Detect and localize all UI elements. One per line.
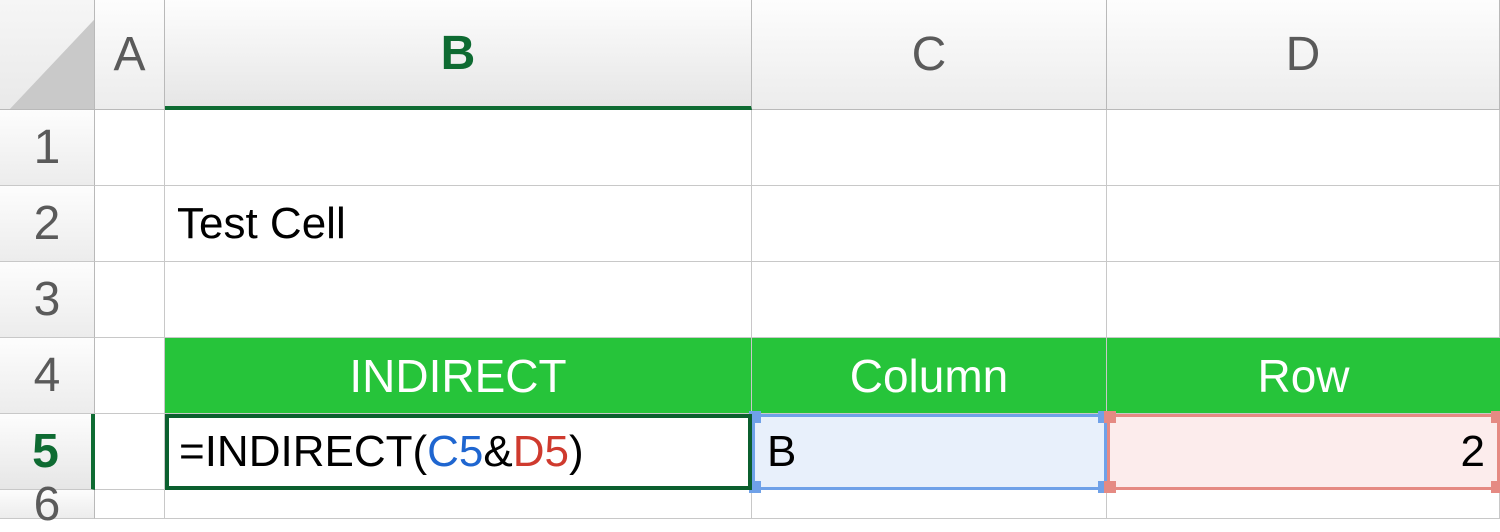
- spreadsheet-grid: A B C D 1 2 Test Cell 3 4 INDIRECT Colum…: [0, 0, 1500, 519]
- cell-A5[interactable]: [95, 414, 165, 490]
- resize-handle-icon[interactable]: [1491, 411, 1500, 423]
- row-header-label: 6: [34, 477, 61, 532]
- cell-C1[interactable]: [752, 110, 1107, 186]
- cell-value: 2: [1461, 427, 1485, 477]
- row-header-label: 3: [34, 272, 61, 327]
- cell-value: B: [767, 427, 796, 477]
- cell-D4[interactable]: Row: [1107, 338, 1500, 414]
- cell-D3[interactable]: [1107, 262, 1500, 338]
- cell-B1[interactable]: [165, 110, 752, 186]
- cell-A3[interactable]: [95, 262, 165, 338]
- cell-A4[interactable]: [95, 338, 165, 414]
- cell-A2[interactable]: [95, 186, 165, 262]
- column-header-label: C: [912, 27, 947, 82]
- row-header-label: 4: [34, 348, 61, 403]
- resize-handle-icon[interactable]: [1104, 411, 1116, 423]
- cell-C6[interactable]: [752, 490, 1107, 519]
- cell-D6[interactable]: [1107, 490, 1500, 519]
- cell-C2[interactable]: [752, 186, 1107, 262]
- cell-value: INDIRECT: [349, 349, 566, 403]
- row-header-2[interactable]: 2: [0, 186, 95, 262]
- resize-handle-icon[interactable]: [1104, 481, 1116, 493]
- cell-B5-editing[interactable]: =INDIRECT(C5&D5): [165, 414, 752, 490]
- formula-ampersand: &: [483, 427, 512, 477]
- formula-ref-D5: D5: [513, 427, 569, 477]
- column-header-label: B: [441, 26, 476, 81]
- column-header-label: A: [113, 27, 145, 82]
- row-header-1[interactable]: 1: [0, 110, 95, 186]
- column-header-label: D: [1286, 27, 1321, 82]
- cell-C3[interactable]: [752, 262, 1107, 338]
- row-header-label: 2: [34, 196, 61, 251]
- cell-value: Test Cell: [177, 199, 346, 249]
- row-header-label: 1: [34, 120, 61, 175]
- cell-D5-ref-highlight[interactable]: 2: [1107, 414, 1500, 490]
- column-header-D[interactable]: D: [1107, 0, 1500, 110]
- resize-handle-icon[interactable]: [1491, 481, 1500, 493]
- row-header-label: 5: [32, 424, 59, 479]
- column-header-A[interactable]: A: [95, 0, 165, 110]
- select-all-corner[interactable]: [0, 0, 95, 110]
- formula-suffix: ): [569, 427, 584, 477]
- formula-ref-C5: C5: [427, 427, 483, 477]
- cell-C5-ref-highlight[interactable]: B: [752, 414, 1107, 490]
- cell-A1[interactable]: [95, 110, 165, 186]
- cell-A6[interactable]: [95, 490, 165, 519]
- column-header-C[interactable]: C: [752, 0, 1107, 110]
- cell-B3[interactable]: [165, 262, 752, 338]
- column-header-B[interactable]: B: [165, 0, 752, 110]
- cell-value: Row: [1257, 349, 1349, 403]
- cell-B6[interactable]: [165, 490, 752, 519]
- row-header-3[interactable]: 3: [0, 262, 95, 338]
- cell-D1[interactable]: [1107, 110, 1500, 186]
- cell-B2[interactable]: Test Cell: [165, 186, 752, 262]
- cell-value: Column: [850, 349, 1009, 403]
- cell-D2[interactable]: [1107, 186, 1500, 262]
- cell-B4[interactable]: INDIRECT: [165, 338, 752, 414]
- row-header-4[interactable]: 4: [0, 338, 95, 414]
- formula-prefix: =INDIRECT(: [179, 427, 427, 477]
- cell-C4[interactable]: Column: [752, 338, 1107, 414]
- row-header-6[interactable]: 6: [0, 490, 95, 519]
